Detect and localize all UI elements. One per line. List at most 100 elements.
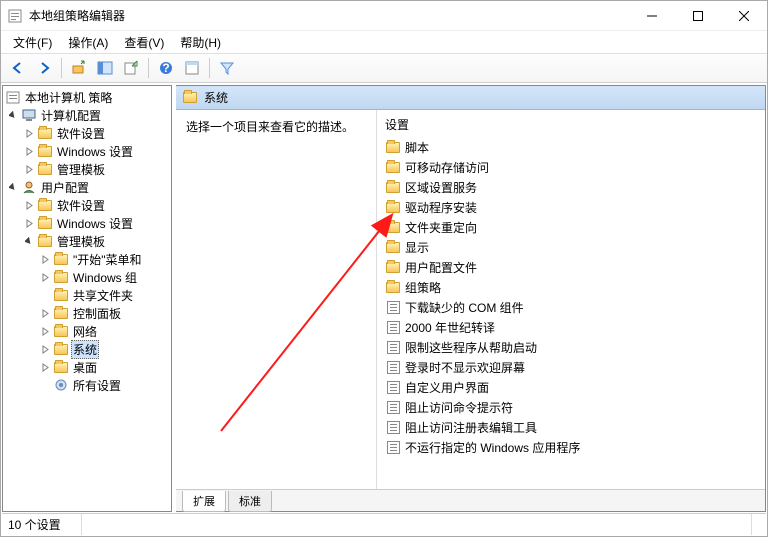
tab-extended[interactable]: 扩展	[182, 491, 226, 512]
maximize-button[interactable]	[675, 1, 721, 31]
tree-computer-config[interactable]: 计算机配置	[3, 106, 171, 124]
caret-expanded-icon[interactable]	[21, 237, 37, 246]
setting-icon	[385, 439, 401, 455]
caret-collapsed-icon[interactable]	[37, 363, 53, 372]
caret-collapsed-icon[interactable]	[21, 219, 37, 228]
tree-u-wincomp[interactable]: Windows 组	[3, 268, 171, 286]
tree-u-admin[interactable]: 管理模板	[3, 232, 171, 250]
tree-label: 软件设置	[55, 125, 107, 142]
list-item-label: 不运行指定的 Windows 应用程序	[405, 439, 580, 456]
tree-u-all[interactable]: 所有设置	[3, 376, 171, 394]
list-item[interactable]: 可移动存储访问	[377, 157, 765, 177]
folder-icon	[385, 239, 401, 255]
list-item[interactable]: 脚本	[377, 137, 765, 157]
settings-header[interactable]: 设置	[377, 110, 765, 137]
export-button[interactable]	[119, 56, 143, 80]
tree-u-software[interactable]: 软件设置	[3, 196, 171, 214]
caret-expanded-icon[interactable]	[5, 111, 21, 120]
folder-icon	[53, 341, 69, 357]
tree-label: Windows 组	[71, 269, 139, 286]
caret-collapsed-icon[interactable]	[37, 255, 53, 264]
tree-c-software[interactable]: 软件设置	[3, 124, 171, 142]
list-item[interactable]: 组策略	[377, 277, 765, 297]
list-item[interactable]: 登录时不显示欢迎屏幕	[377, 357, 765, 377]
tree-u-start[interactable]: "开始"菜单和	[3, 250, 171, 268]
caret-collapsed-icon[interactable]	[37, 309, 53, 318]
folder-icon	[385, 199, 401, 215]
tree-root[interactable]: 本地计算机 策略	[3, 88, 171, 106]
list-item-label: 登录时不显示欢迎屏幕	[405, 359, 525, 376]
folder-icon	[53, 269, 69, 285]
detail-body: 选择一个项目来查看它的描述。 设置 脚本 可移动存储访问 区域设置服务 驱动程序…	[176, 110, 765, 489]
svg-text:?: ?	[162, 61, 169, 75]
tree-u-share[interactable]: 共享文件夹	[3, 286, 171, 304]
list-item[interactable]: 驱动程序安装	[377, 197, 765, 217]
minimize-button[interactable]	[629, 1, 675, 31]
tree-label: 控制面板	[71, 305, 123, 322]
show-hide-tree-button[interactable]	[93, 56, 117, 80]
tree-u-desk[interactable]: 桌面	[3, 358, 171, 376]
menu-action[interactable]: 操作(A)	[60, 32, 116, 53]
list-item[interactable]: 文件夹重定向	[377, 217, 765, 237]
caret-collapsed-icon[interactable]	[21, 201, 37, 210]
caret-collapsed-icon[interactable]	[21, 147, 37, 156]
caret-collapsed-icon[interactable]	[37, 327, 53, 336]
caret-collapsed-icon[interactable]	[21, 129, 37, 138]
close-button[interactable]	[721, 1, 767, 31]
menu-view[interactable]: 查看(V)	[116, 32, 172, 53]
tab-standard[interactable]: 标准	[228, 491, 272, 512]
caret-collapsed-icon[interactable]	[37, 345, 53, 354]
list-item-label: 限制这些程序从帮助启动	[405, 339, 537, 356]
properties-button[interactable]	[180, 56, 204, 80]
tree-label: 管理模板	[55, 233, 107, 250]
list-item[interactable]: 自定义用户界面	[377, 377, 765, 397]
folder-icon	[37, 125, 53, 141]
list-item[interactable]: 阻止访问命令提示符	[377, 397, 765, 417]
status-text: 10 个设置	[8, 514, 82, 535]
list-item[interactable]: 下载缺少的 COM 组件	[377, 297, 765, 317]
settings-column[interactable]: 设置 脚本 可移动存储访问 区域设置服务 驱动程序安装 文件夹重定向 显示 用户…	[376, 110, 765, 489]
tree-c-windows[interactable]: Windows 设置	[3, 142, 171, 160]
policy-icon	[5, 89, 21, 105]
tree-scroll[interactable]: 本地计算机 策略 计算机配置 软件设置 Windows 设置 管理模板	[3, 86, 171, 511]
folder-icon	[53, 287, 69, 303]
setting-icon	[385, 419, 401, 435]
list-item-label: 显示	[405, 239, 429, 256]
up-button[interactable]	[67, 56, 91, 80]
back-button[interactable]	[6, 56, 30, 80]
list-item[interactable]: 不运行指定的 Windows 应用程序	[377, 437, 765, 457]
list-item[interactable]: 限制这些程序从帮助启动	[377, 337, 765, 357]
list-item[interactable]: 阻止访问注册表编辑工具	[377, 417, 765, 437]
statusbar: 10 个设置	[2, 513, 766, 535]
caret-collapsed-icon[interactable]	[21, 165, 37, 174]
user-icon	[21, 179, 37, 195]
menu-file[interactable]: 文件(F)	[5, 32, 60, 53]
caret-collapsed-icon[interactable]	[37, 273, 53, 282]
list-item[interactable]: 2000 年世纪转译	[377, 317, 765, 337]
tree-u-net[interactable]: 网络	[3, 322, 171, 340]
tree-label: 系统	[71, 340, 99, 359]
list-item[interactable]: 用户配置文件	[377, 257, 765, 277]
filter-button[interactable]	[215, 56, 239, 80]
tree-label: "开始"菜单和	[71, 251, 144, 268]
menu-help[interactable]: 帮助(H)	[172, 32, 229, 53]
forward-button[interactable]	[32, 56, 56, 80]
list-item[interactable]: 区域设置服务	[377, 177, 765, 197]
caret-expanded-icon[interactable]	[5, 183, 21, 192]
tree-user-config[interactable]: 用户配置	[3, 178, 171, 196]
tree-label: 管理模板	[55, 161, 107, 178]
tree-u-windows[interactable]: Windows 设置	[3, 214, 171, 232]
status-cell	[90, 514, 752, 535]
tree-label: 软件设置	[55, 197, 107, 214]
folder-icon	[37, 161, 53, 177]
list-item-label: 脚本	[405, 139, 429, 156]
help-button[interactable]: ?	[154, 56, 178, 80]
list-item-label: 用户配置文件	[405, 259, 477, 276]
tree-u-system[interactable]: 系统	[3, 340, 171, 358]
detail-header-title: 系统	[204, 89, 228, 106]
list-item[interactable]: 显示	[377, 237, 765, 257]
folder-icon	[385, 159, 401, 175]
tree-c-admin[interactable]: 管理模板	[3, 160, 171, 178]
tree-label: 共享文件夹	[71, 287, 135, 304]
tree-u-ctrl[interactable]: 控制面板	[3, 304, 171, 322]
